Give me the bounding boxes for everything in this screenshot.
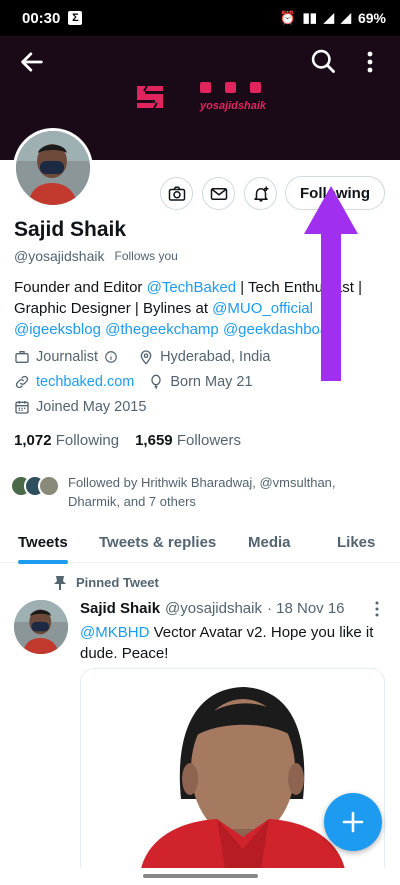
tab-likes[interactable]: Likes <box>337 521 375 563</box>
follow-counts: 1,072 Following 1,659 Followers <box>14 432 241 449</box>
brand-logo <box>137 85 163 109</box>
camera-icon <box>168 186 185 201</box>
followers-label: Followers <box>176 432 241 449</box>
handle-row: @yosajidshaik Follows you <box>14 248 178 264</box>
signal-icon: ▮▮ <box>302 10 317 25</box>
tweet-author-handle[interactable]: @yosajidshaik <box>165 600 262 617</box>
more-vertical-icon[interactable] <box>370 600 384 618</box>
profile-meta-row: techbaked.com Born May 21 <box>14 374 267 390</box>
profile-handle: @yosajidshaik <box>14 248 105 264</box>
facebook-icon <box>200 82 211 93</box>
following-label: Following <box>55 432 120 449</box>
avatar <box>38 475 60 497</box>
home-gesture-handle[interactable] <box>143 874 258 878</box>
tweet-header: Sajid Shaik @yosajidshaik · 18 Nov 16 <box>80 600 345 617</box>
tab-media[interactable]: Media <box>248 521 291 563</box>
alarm-icon: ⏰ <box>279 10 296 25</box>
bio-mention-techbaked[interactable]: @TechBaked <box>147 279 236 296</box>
following-count: 1,072 <box>14 432 52 449</box>
bio-mention-thegeekchamp[interactable]: @thegeekchamp <box>105 321 219 338</box>
follower-avatars <box>10 473 64 499</box>
twitter-icon <box>250 82 261 93</box>
followers-count-link[interactable]: 1,659 Followers <box>135 432 241 449</box>
tweet-text: @MKBHD Vector Avatar v2. Hope you like i… <box>80 622 385 664</box>
search-icon[interactable] <box>309 47 337 75</box>
location: Hyderabad, India <box>138 349 271 365</box>
envelope-icon <box>210 187 227 200</box>
following-count-link[interactable]: 1,072 Following <box>14 432 119 449</box>
profile-meta-row: Joined May 2015 <box>14 399 160 415</box>
joined: Joined May 2015 <box>14 399 146 415</box>
birthday-label: Born May 21 <box>170 374 253 390</box>
pinned-label: Pinned Tweet <box>54 575 159 590</box>
location-label: Hyderabad, India <box>160 349 271 365</box>
birthday: Born May 21 <box>148 374 253 390</box>
status-time: 00:30 <box>22 9 61 27</box>
tweet-avatar[interactable] <box>14 600 68 654</box>
bell-plus-icon <box>253 186 268 201</box>
followers-count: 1,659 <box>135 432 173 449</box>
calendar-icon <box>15 401 29 414</box>
bio-mention-igeeksblog[interactable]: @igeeksblog <box>14 321 101 338</box>
website: techbaked.com <box>14 374 134 390</box>
camera-button[interactable] <box>160 177 193 210</box>
message-button[interactable] <box>202 177 235 210</box>
info-icon[interactable] <box>104 350 118 364</box>
website-link[interactable]: techbaked.com <box>36 374 134 390</box>
profile-name: Sajid Shaik <box>14 218 127 241</box>
status-bar: 00:30 Σ ⏰ ▮▮ ◢ ◢ 69% <box>0 0 400 36</box>
tab-tweets[interactable]: Tweets <box>18 521 68 564</box>
more-vertical-icon[interactable] <box>360 48 380 76</box>
link-icon <box>15 375 29 389</box>
location-pin-icon <box>140 350 152 365</box>
plus-icon <box>342 811 364 833</box>
pin-icon <box>54 575 66 590</box>
tweet-date: · 18 Nov 16 <box>266 600 345 617</box>
briefcase-icon <box>15 351 29 363</box>
cell-signal-icon: ◢ <box>340 10 351 25</box>
social-icons <box>200 82 261 93</box>
follows-you-badge: Follows you <box>114 249 178 263</box>
instagram-icon <box>225 82 236 93</box>
wifi-icon: ◢ <box>323 10 334 25</box>
notification-button[interactable] <box>244 177 277 210</box>
annotation-arrow-icon <box>304 186 358 381</box>
bio-text: Founder and Editor <box>14 279 147 296</box>
tab-tweets-replies[interactable]: Tweets & replies <box>99 521 216 563</box>
avatar-photo <box>14 600 68 654</box>
pinned-text: Pinned Tweet <box>76 575 159 590</box>
tweet-mention[interactable]: @MKBHD <box>80 624 149 641</box>
profile-meta-row: Journalist Hyderabad, India <box>14 349 285 365</box>
occupation: Journalist <box>14 349 124 365</box>
followed-by-text: Followed by Hrithwik Bharadwaj, @vmsulth… <box>68 475 336 509</box>
compose-tweet-button[interactable] <box>324 793 382 851</box>
arrow-left-icon[interactable] <box>18 48 46 76</box>
balloon-icon <box>151 374 162 389</box>
followed-by[interactable]: Followed by Hrithwik Bharadwaj, @vmsulth… <box>10 473 368 511</box>
profile-tabs: Tweets Tweets & replies Media Likes <box>0 521 400 564</box>
avatar-photo <box>16 131 90 205</box>
tweet-author-name[interactable]: Sajid Shaik <box>80 600 160 617</box>
profile-avatar[interactable] <box>13 128 93 208</box>
joined-label: Joined May 2015 <box>36 399 147 415</box>
occupation-label: Journalist <box>36 349 99 365</box>
banner-handle: yosajidshaik <box>200 100 267 112</box>
battery-level: 69% <box>357 10 386 26</box>
app-notification-icon: Σ <box>68 11 83 25</box>
